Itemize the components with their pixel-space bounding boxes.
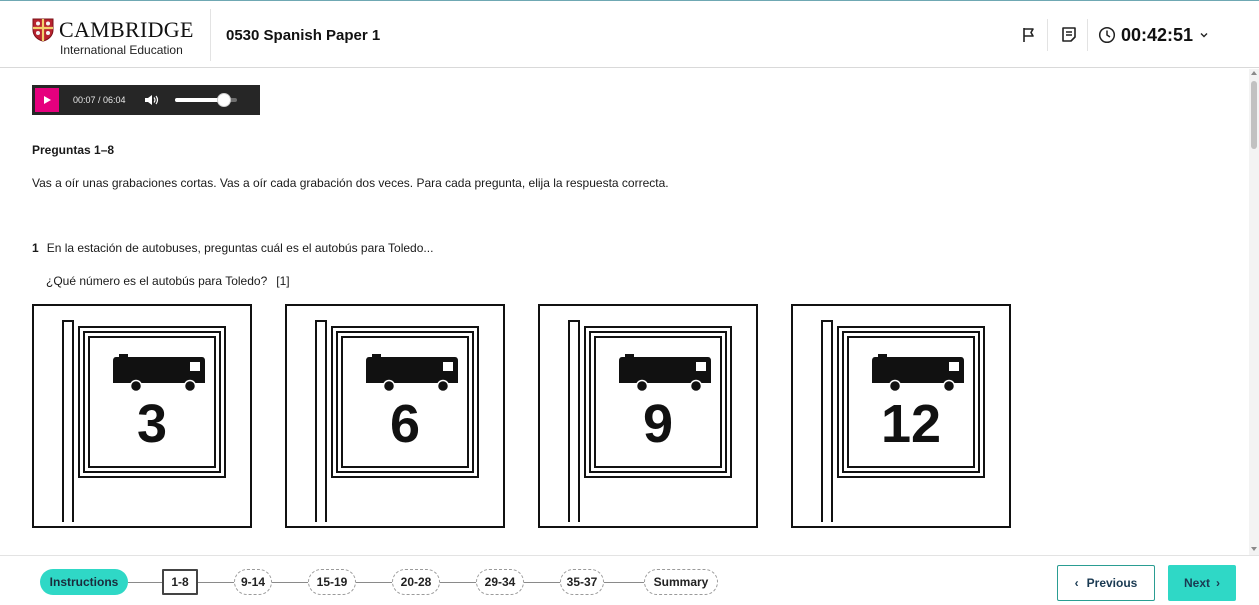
answer-option-a[interactable]: 3 [32, 304, 252, 528]
bus-icon [872, 354, 964, 393]
question-marks: [1] [276, 274, 290, 288]
scroll-up-arrow-icon[interactable] [1251, 71, 1257, 75]
cambridge-logo: CAMBRIDGE International Education [32, 15, 194, 59]
bus-stop-sign: 12 [837, 326, 985, 478]
nav-connector [440, 582, 476, 583]
volume-slider-handle[interactable] [217, 93, 232, 107]
audio-player: 00:07 / 06:04 [32, 85, 260, 115]
vertical-scrollbar[interactable] [1249, 69, 1259, 555]
bus-number: 6 [389, 394, 421, 454]
answer-option-c[interactable]: 9 [538, 304, 758, 528]
sign-pole [568, 320, 580, 522]
nav-connector [356, 582, 392, 583]
header-divider [210, 9, 211, 61]
nav-connector [128, 582, 162, 583]
answer-option-b[interactable]: 6 [285, 304, 505, 528]
nav-summary[interactable]: Summary [644, 569, 718, 595]
bus-icon [366, 354, 458, 393]
header-separator [1047, 19, 1048, 51]
question-number: 1 [32, 241, 39, 255]
nav-connector [272, 582, 308, 583]
bus-stop-sign: 9 [584, 326, 732, 478]
volume-slider[interactable] [174, 93, 237, 107]
bus-icon [619, 354, 711, 393]
header-separator [1087, 19, 1088, 51]
nav-connector [198, 582, 234, 583]
question-prompt-line: ¿Qué número es el autobús para Toledo? [1… [46, 274, 290, 288]
chevron-left-icon: ‹ [1074, 576, 1079, 590]
audio-time: 00:07 / 06:04 [73, 95, 126, 105]
answer-option-d[interactable]: 12 [791, 304, 1011, 528]
flag-icon[interactable] [1019, 25, 1039, 45]
question-content: 00:07 / 06:04 Preguntas 1–8 Vas a oír un… [0, 69, 1259, 555]
play-button[interactable] [35, 88, 59, 112]
nav-questions-35-37[interactable]: 35-37 [560, 569, 604, 595]
nav-questions-15-19[interactable]: 15-19 [308, 569, 356, 595]
section-heading: Preguntas 1–8 [32, 143, 115, 157]
question-stem: 1 En la estación de autobuses, preguntas … [32, 241, 433, 255]
nav-questions-1-8[interactable]: 1-8 [162, 569, 198, 595]
bus-icon [113, 354, 205, 393]
exam-timer[interactable]: 00:42:51 [1098, 23, 1210, 47]
nav-questions-9-14[interactable]: 9-14 [234, 569, 272, 595]
next-button-label: Next [1183, 576, 1210, 590]
bus-number: 9 [642, 394, 674, 454]
clock-icon [1098, 26, 1116, 44]
chevron-down-icon[interactable] [1198, 29, 1210, 41]
previous-button[interactable]: ‹ Previous [1057, 565, 1155, 601]
bus-number: 12 [880, 394, 942, 454]
sign-pole [821, 320, 833, 522]
timer-value: 00:42:51 [1121, 24, 1194, 45]
nav-instructions[interactable]: Instructions [40, 569, 128, 595]
nav-connector [604, 582, 644, 583]
question-text: En la estación de autobuses, preguntas c… [46, 241, 434, 255]
play-icon [44, 96, 51, 104]
scroll-down-arrow-icon[interactable] [1251, 547, 1257, 551]
bus-number: 3 [136, 394, 168, 454]
crest-icon [32, 18, 54, 42]
question-prompt: ¿Qué número es el autobús para Toledo? [46, 274, 268, 288]
next-button[interactable]: Next › [1168, 565, 1236, 601]
section-instructions: Vas a oír unas grabaciones cortas. Vas a… [32, 176, 669, 190]
brand-name: CAMBRIDGE [59, 17, 194, 42]
sign-pole [62, 320, 74, 522]
scrollbar-thumb[interactable] [1251, 81, 1257, 149]
chevron-right-icon: › [1216, 576, 1220, 590]
bus-stop-sign: 6 [331, 326, 479, 478]
notes-icon[interactable] [1059, 25, 1079, 45]
nav-questions-20-28[interactable]: 20-28 [392, 569, 440, 595]
volume-icon[interactable] [144, 93, 160, 107]
nav-questions-29-34[interactable]: 29-34 [476, 569, 524, 595]
brand-subtitle: International Education [60, 43, 183, 57]
nav-connector [524, 582, 560, 583]
bus-stop-sign: 3 [78, 326, 226, 478]
top-bar: CAMBRIDGE International Education 0530 S… [0, 0, 1259, 68]
paper-title: 0530 Spanish Paper 1 [226, 27, 381, 44]
previous-button-label: Previous [1086, 576, 1138, 590]
sign-pole [315, 320, 327, 522]
bottom-navigation: Instructions 1-8 9-14 15-19 20-28 29-34 … [0, 555, 1259, 605]
